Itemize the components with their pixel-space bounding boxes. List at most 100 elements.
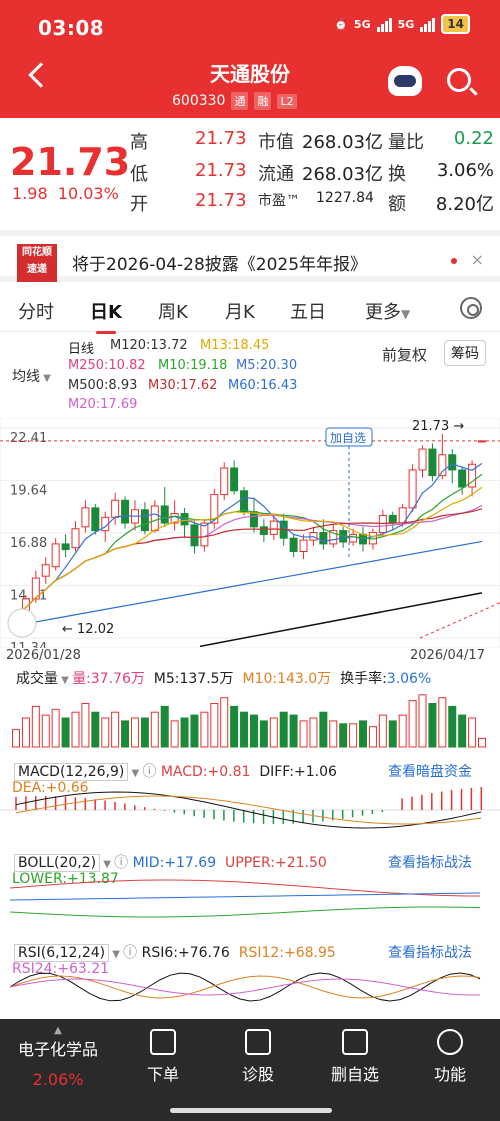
legend-m120: M120:13.72 [110, 338, 188, 353]
diagnose-button[interactable]: 诊股 [218, 1029, 298, 1085]
candle [91, 507, 100, 532]
news-logo: 同花顺 速递 [17, 244, 57, 282]
quote-value: 21.73 [195, 160, 247, 181]
indicator-select[interactable]: 均线 ▼ [12, 366, 51, 386]
sector-indicator[interactable]: ▲ 电子化学品 2.06% [10, 1025, 106, 1089]
candle [41, 564, 50, 577]
volume-bar [51, 708, 60, 748]
net1-label: 5G [353, 17, 371, 31]
last-price-label: 21.73 → [412, 419, 464, 434]
volume-title[interactable]: 成交量 [16, 671, 58, 687]
help-icon: ⓘ [114, 855, 133, 871]
volume-bar [388, 720, 397, 748]
macd-chart [0, 787, 500, 829]
volume-bar [478, 737, 486, 748]
candle [349, 533, 358, 543]
quote-value: 268.03亿 [302, 132, 383, 153]
quote-label: 市值 [258, 132, 294, 153]
tab-five-day[interactable]: 五日 [290, 298, 326, 324]
candle [230, 467, 239, 492]
net2-label: 5G [397, 17, 415, 31]
volume-bar [170, 720, 179, 748]
volume-bar [160, 705, 169, 748]
stock-code-row: 600330 通 融 L2 [172, 92, 297, 110]
assistant-robot-icon[interactable] [388, 66, 422, 96]
quote-label: 换 [388, 164, 406, 185]
status-icons: ⏰ 5G 5G 14 [334, 14, 470, 34]
candle [220, 467, 229, 496]
rsi-chart [9, 972, 481, 1002]
stock-code: 600330 [172, 93, 226, 109]
volume-bar [398, 714, 407, 748]
volume-chart [12, 694, 486, 748]
volume-bar [190, 714, 199, 748]
volume-bar [299, 720, 308, 748]
volume-bar [349, 723, 358, 748]
tab-monthly[interactable]: 月K [225, 298, 255, 324]
stock-name: 天通股份 [210, 62, 290, 86]
boll-lower [9, 906, 481, 918]
macd-link[interactable]: 查看暗盘资金 [388, 761, 472, 781]
volume-bar [259, 720, 268, 748]
volume-bar [359, 720, 368, 748]
kline-chart[interactable]: 22.4119.6416.8814.1111.3421.73 →← 12.02加… [0, 418, 500, 648]
y-tick-label: 22.41 [10, 431, 47, 446]
remove-watch-button[interactable]: 删自选 [315, 1029, 395, 1085]
date-end: 2026/04/17 [410, 648, 485, 663]
quote-label: 额 [388, 194, 406, 215]
tab-more[interactable]: 更多▼ [365, 298, 410, 324]
quote-value: 3.06% [436, 160, 494, 181]
candle [478, 440, 486, 443]
volume-bar [101, 717, 110, 748]
tag-tong: 通 [231, 92, 249, 110]
order-button[interactable]: 下单 [123, 1029, 203, 1085]
period-tabs: 分时 日K 周K 月K 五日 更多▼ [0, 288, 500, 334]
y-tick-label: 11.34 [10, 641, 47, 648]
rsi-link[interactable]: 查看指标战法 [388, 942, 472, 962]
chip-button[interactable]: 筹码 [444, 340, 486, 366]
volume-bar [418, 694, 427, 748]
adjust-label[interactable]: 前复权 [382, 344, 427, 365]
legend-type: 日线 [68, 342, 95, 357]
help-icon: ⓘ [123, 945, 142, 961]
quote-label: 市盈™ [258, 193, 300, 209]
unread-dot-icon [451, 258, 457, 264]
volume-bar [378, 714, 387, 748]
settings-icon[interactable] [460, 297, 482, 319]
legend-m30: M30:17.62 [148, 378, 218, 393]
news-banner[interactable]: 同花顺 速递 将于2026-04-28披露《2025年年报》 × [0, 230, 500, 282]
quote-value: 21.73 [195, 128, 247, 149]
tab-daily[interactable]: 日K [90, 298, 122, 334]
home-indicator [170, 1108, 332, 1113]
quote-label: 低 [130, 164, 148, 185]
legend-m20: M20:17.69 [68, 397, 138, 412]
candle [61, 543, 70, 551]
y-tick-label: 16.88 [10, 536, 47, 551]
volume-bar [428, 703, 437, 748]
boll-link[interactable]: 查看指标战法 [388, 852, 472, 872]
volume-bar [180, 717, 189, 748]
close-icon[interactable]: × [471, 250, 484, 269]
quote-label: 开 [130, 194, 148, 215]
candle [160, 505, 169, 524]
quote-value: 1227.84 [316, 190, 374, 206]
tab-intraday[interactable]: 分时 [18, 298, 54, 324]
volume-bar [438, 697, 447, 748]
volume-bar [448, 705, 457, 748]
function-button[interactable]: 功能 [410, 1029, 490, 1085]
candle [289, 537, 298, 552]
rsi-header: RSI(6,12,24) ▼ ⓘ RSI6:+76.76 RSI12:+68.9… [14, 942, 336, 962]
candle [388, 514, 397, 524]
candle [81, 507, 90, 528]
candle [319, 532, 328, 545]
search-icon[interactable] [447, 68, 471, 92]
volume-bar [329, 720, 338, 748]
volume-bar [111, 711, 120, 748]
candle [150, 505, 159, 532]
volume-bar [71, 711, 80, 748]
date-start: 2026/01/28 [6, 648, 81, 663]
tab-weekly[interactable]: 周K [158, 298, 188, 324]
volume-bar [279, 711, 288, 748]
candle [458, 469, 467, 488]
candle [378, 514, 387, 534]
